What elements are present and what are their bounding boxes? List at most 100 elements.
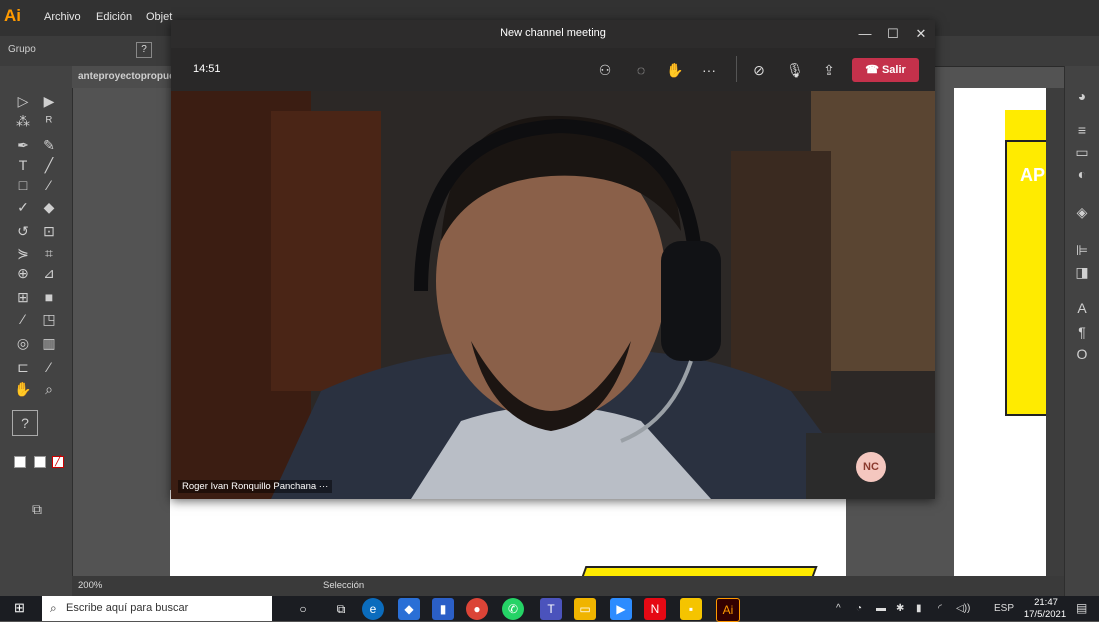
align-panel-icon[interactable]: ⊫ — [1071, 240, 1093, 260]
maximize-icon[interactable]: ☐ — [882, 24, 904, 44]
free-transform-tool-icon[interactable]: ⌗ — [38, 244, 60, 262]
chat-icon[interactable]: ◌ — [630, 60, 652, 80]
rectangle-tool-icon[interactable]: □ — [12, 176, 34, 194]
edge-icon[interactable]: e — [362, 598, 384, 620]
vertical-scrollbar[interactable] — [1046, 88, 1064, 588]
screen-mode-icon[interactable]: ⧉ — [26, 500, 48, 518]
reactions-icon[interactable]: ✋ — [664, 60, 686, 80]
leave-button[interactable]: ☎ Salir — [852, 58, 919, 82]
selection-tool-icon[interactable]: ▷ — [12, 92, 34, 110]
blend-tool-icon[interactable]: ◳ — [38, 310, 60, 328]
lasso-tool-icon[interactable]: ᴿ — [38, 112, 60, 130]
tray-app-icon[interactable]: ◔ — [856, 603, 862, 614]
phone-hangup-icon: ☎ — [865, 64, 882, 76]
fill-swatch-icon[interactable]: ? — [12, 410, 38, 436]
control-bar-selection-label: Grupo — [8, 44, 36, 55]
clock-date[interactable]: 17/5/2021 — [1022, 609, 1068, 620]
artboard-text: AP — [1020, 165, 1046, 185]
perspective-grid-tool-icon[interactable]: ⊿ — [38, 264, 60, 282]
eyedropper-tool-icon[interactable]: ⁄ — [12, 310, 34, 328]
shape-builder-tool-icon[interactable]: ⊕ — [12, 264, 34, 282]
type-tool-icon[interactable]: T — [12, 156, 34, 174]
whatsapp-icon[interactable]: ✆ — [502, 598, 524, 620]
minimize-icon[interactable]: — — [854, 24, 876, 44]
rotate-tool-icon[interactable]: ↺ — [12, 222, 34, 240]
camera-off-icon[interactable]: ⊘ — [748, 60, 770, 80]
gradient-panel-icon[interactable]: ▭ — [1071, 142, 1093, 162]
show-hidden-icons-icon[interactable]: ^ — [836, 603, 841, 614]
close-icon[interactable]: ✕ — [910, 24, 932, 44]
participants-icon[interactable]: ⚇ — [594, 60, 616, 80]
more-actions-icon[interactable]: ··· — [698, 60, 720, 80]
usb-icon[interactable]: ▮ — [916, 603, 922, 614]
file-explorer-icon[interactable]: ▭ — [574, 598, 596, 620]
stroke-panel-icon[interactable]: ≡ — [1071, 120, 1093, 140]
store-icon[interactable]: ▮ — [432, 598, 454, 620]
none-color-icon[interactable]: ╱ — [52, 456, 64, 468]
character-panel-icon[interactable]: A — [1071, 298, 1093, 318]
participant-name-tag: Roger Ivan Ronquillo Panchana ··· — [178, 480, 333, 493]
search-placeholder: Escribe aquí para buscar — [66, 602, 189, 614]
menu-edicion[interactable]: Edición — [96, 11, 132, 23]
help-icon[interactable]: ? — [136, 42, 152, 58]
zoom-app-icon[interactable]: ▶ — [610, 598, 632, 620]
call-timer: 14:51 — [193, 63, 221, 75]
language-indicator[interactable]: ESP — [994, 603, 1014, 614]
artboard-tool-icon[interactable]: ⊏ — [12, 358, 34, 376]
magic-wand-tool-icon[interactable]: ⁂ — [12, 112, 34, 130]
document-tab[interactable]: anteproyectopropue — [72, 66, 172, 88]
layers-panel-icon[interactable]: ◈ — [1071, 202, 1093, 222]
artboard-bottom — [170, 490, 846, 576]
curvature-tool-icon[interactable]: ✎ — [38, 136, 60, 154]
color-panel-icon[interactable]: ◕ — [1071, 86, 1093, 106]
gradient-tool-icon[interactable]: ■ — [38, 288, 60, 306]
battery-icon[interactable]: ▬ — [876, 603, 886, 614]
teams-tray-icon[interactable]: ✱ — [896, 603, 904, 614]
line-tool-icon[interactable]: ╱ — [38, 156, 60, 174]
menu-objeto[interactable]: Objet — [146, 11, 172, 23]
task-view-icon[interactable]: ⧉ — [330, 598, 352, 620]
chrome-icon[interactable]: ● — [466, 598, 488, 620]
cortana-icon[interactable]: ○ — [292, 598, 314, 620]
teams-icon[interactable]: T — [540, 598, 562, 620]
pen-tool-icon[interactable]: ✒ — [12, 136, 34, 154]
zoom-tool-icon[interactable]: ⌕ — [38, 380, 60, 398]
fill-color-icon[interactable] — [14, 456, 26, 468]
zoom-level[interactable]: 200% — [78, 580, 102, 591]
volume-icon[interactable]: ◁)) — [956, 603, 970, 614]
shaper-tool-icon[interactable]: ✓ — [12, 198, 34, 216]
symbol-sprayer-tool-icon[interactable]: ◎ — [12, 334, 34, 352]
width-tool-icon[interactable]: ⋟ — [12, 244, 34, 262]
illustrator-logo: Ai — [4, 6, 21, 25]
participant-name: Roger Ivan Ronquillo Panchana — [182, 481, 317, 492]
column-graph-tool-icon[interactable]: ▥ — [38, 334, 60, 352]
chrome-extension-icon[interactable]: ◆ — [398, 598, 420, 620]
slice-tool-icon[interactable]: ⁄ — [38, 358, 60, 376]
transparency-panel-icon[interactable]: ◐ — [1071, 164, 1093, 184]
stroke-color-icon[interactable] — [34, 456, 46, 468]
participant-more-icon[interactable]: ··· — [319, 481, 329, 492]
leave-label: Salir — [881, 64, 906, 76]
status-bar — [72, 576, 1064, 596]
netflix-icon[interactable]: N — [644, 598, 666, 620]
microphone-icon[interactable]: 🎙 — [784, 60, 806, 80]
notifications-icon[interactable]: ▤ — [1076, 601, 1087, 615]
menu-archivo[interactable]: Archivo — [44, 11, 81, 23]
hand-tool-icon[interactable]: ✋ — [12, 380, 34, 398]
paintbrush-tool-icon[interactable]: ⁄ — [38, 176, 60, 194]
mesh-tool-icon[interactable]: ⊞ — [12, 288, 34, 306]
eraser-tool-icon[interactable]: ◆ — [38, 198, 60, 216]
wifi-icon[interactable]: ◜ — [938, 603, 942, 614]
sticky-notes-icon[interactable]: ▪ — [680, 598, 702, 620]
illustrator-taskbar-icon[interactable]: Ai — [716, 598, 740, 622]
direct-selection-tool-icon[interactable]: ▶ — [38, 92, 60, 110]
search-icon: ⌕ — [50, 601, 57, 615]
controls-divider — [736, 56, 737, 82]
share-screen-icon[interactable]: ⇪ — [818, 60, 840, 80]
clock-time[interactable]: 21:47 — [1026, 597, 1066, 608]
scale-tool-icon[interactable]: ⊡ — [38, 222, 60, 240]
pathfinder-panel-icon[interactable]: ◨ — [1071, 262, 1093, 282]
windows-start-icon[interactable]: ⊞ — [14, 601, 28, 615]
paragraph-panel-icon[interactable]: ¶ — [1071, 322, 1093, 342]
opentype-panel-icon[interactable]: O — [1071, 344, 1093, 364]
